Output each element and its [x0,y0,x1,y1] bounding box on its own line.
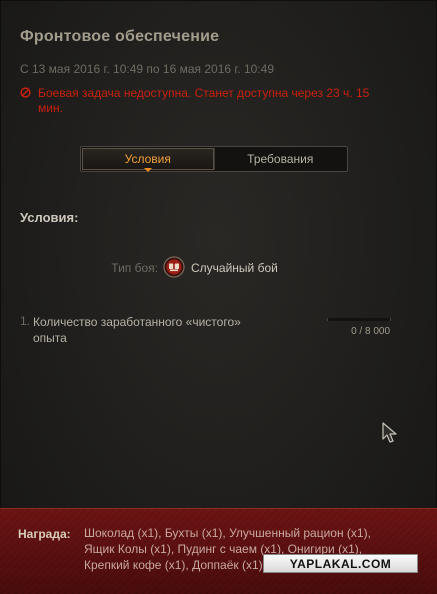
battle-type-row: Тип боя: Случайный бой [0,255,437,281]
warning-text: Боевая задача недоступна. Станет доступн… [38,86,370,115]
random-battle-icon [163,256,185,278]
mission-date-range: С 13 мая 2016 г. 10:49 по 16 мая 2016 г.… [20,62,274,76]
task-number: 1. [20,314,31,328]
mouse-cursor-icon [382,422,397,443]
tab-requirements-label: Требования [247,152,314,166]
battle-type-label: Тип боя: [111,261,158,275]
tab-conditions[interactable]: Условия [82,148,214,172]
forbidden-icon [20,87,31,98]
mission-title: Фронтовое обеспечение [20,28,220,45]
battle-type-value: Случайный бой [191,261,278,275]
watermark: YAPLAKAL.COM [263,554,418,573]
active-tab-caret-icon [143,168,152,172]
task-progress-text: 0 / 8 000 [351,326,390,337]
tab-conditions-label: Условия [124,152,171,166]
conditions-heading: Условия: [20,210,79,225]
tab-requirements[interactable]: Требования [213,148,347,170]
reward-label: Награда: [18,527,71,541]
reward-section: Награда: Шоколад (x1), Бухты (x1), Улучш… [0,508,437,594]
unavailable-warning: Боевая задача недоступна. Станет доступн… [20,86,380,116]
tab-bar: Условия Требования [80,146,348,172]
task-progress-bar [327,318,391,321]
task-description: Количество заработанного «чистого» опыта [33,315,241,345]
mission-panel: Фронтовое обеспечение С 13 мая 2016 г. 1… [0,0,437,594]
